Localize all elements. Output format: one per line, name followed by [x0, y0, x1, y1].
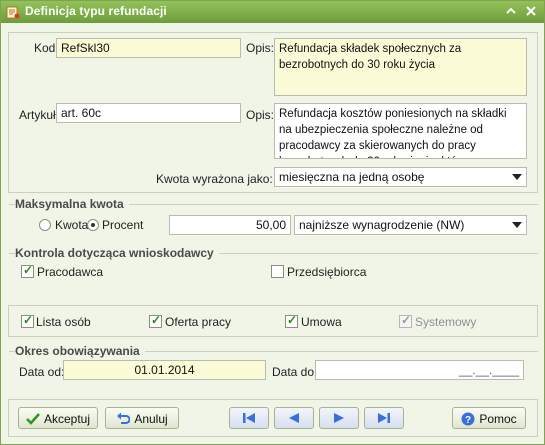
- checkmark-icon: ✓: [287, 313, 298, 327]
- kwota-radio[interactable]: [39, 219, 51, 231]
- undo-icon: [117, 412, 131, 425]
- checkmark-icon: ✓: [151, 313, 162, 327]
- opis1-label: Opis:: [246, 41, 275, 55]
- cancel-button[interactable]: Anuluj: [105, 407, 179, 429]
- pracodawca-label: Pracodawca: [37, 265, 104, 279]
- next-record-button[interactable]: [319, 407, 359, 429]
- prev-record-button[interactable]: [274, 407, 314, 429]
- oferta-pracy-checkbox[interactable]: ✓: [149, 313, 162, 328]
- prev-icon: [289, 413, 299, 423]
- procent-radio-label: Procent: [102, 218, 144, 232]
- radio-selected-dot: [91, 223, 95, 227]
- pracodawca-checkbox[interactable]: ✓: [21, 263, 34, 278]
- przedsiebiorca-checkbox[interactable]: [271, 265, 284, 278]
- first-record-button[interactable]: [229, 407, 269, 429]
- date-from-input[interactable]: 01.01.2014: [63, 360, 266, 380]
- checkmark-icon: ✓: [401, 313, 412, 327]
- opis2-label: Opis:: [246, 108, 275, 122]
- checkmark-icon: ✓: [23, 313, 34, 327]
- svg-text:?: ?: [465, 415, 471, 426]
- date-to-label: Data do:: [272, 365, 318, 379]
- date-to-input[interactable]: __.__.____: [315, 360, 524, 380]
- window-title: Definicja typu refundacji: [25, 4, 167, 18]
- last-icon: [378, 413, 390, 423]
- dropdown-arrow-icon: [512, 222, 522, 228]
- kod-label: Kod:: [34, 41, 59, 55]
- max-amount-title: Maksymalna kwota: [15, 197, 129, 211]
- next-icon: [334, 413, 344, 423]
- kwota-select[interactable]: miesięczna na jedną osobę: [274, 167, 527, 187]
- dialog-window: Definicja typu refundacji Kod: RefSkl30 …: [0, 0, 545, 445]
- dropdown-arrow-icon: [512, 174, 522, 180]
- app-icon: [6, 6, 20, 19]
- cancel-label: Anuluj: [134, 411, 168, 426]
- accept-button[interactable]: Akceptuj: [18, 407, 98, 429]
- systemowy-checkbox[interactable]: ✓: [399, 313, 412, 328]
- date-from-label: Data od:: [19, 365, 65, 379]
- max-amount-value[interactable]: 50,00: [169, 215, 291, 235]
- procent-radio[interactable]: [87, 219, 99, 231]
- systemowy-label: Systemowy: [415, 315, 477, 329]
- artykul-input[interactable]: art. 60c: [56, 103, 241, 123]
- lista-osob-label: Lista osób: [36, 315, 91, 329]
- artykul-label: Artykuł:: [19, 108, 60, 122]
- kod-input[interactable]: RefSkl30: [56, 38, 241, 58]
- help-label: Pomoc: [479, 411, 517, 426]
- close-icon[interactable]: [522, 3, 540, 21]
- base-select[interactable]: najniższe wynagrodzenie (NW): [294, 215, 527, 235]
- umowa-checkbox[interactable]: ✓: [285, 313, 298, 328]
- checkmark-icon: ✓: [23, 263, 34, 277]
- accept-label: Akceptuj: [43, 411, 91, 426]
- kwota-label: Kwota wyrażona jako:: [156, 172, 273, 186]
- help-icon: ?: [461, 412, 475, 426]
- oferta-pracy-label: Oferta pracy: [165, 315, 232, 329]
- validity-title: Okres obowiązywania: [15, 344, 145, 358]
- base-select-value: najniższe wynagrodzenie (NW): [299, 218, 465, 232]
- minimize-icon[interactable]: [502, 3, 520, 21]
- last-record-button[interactable]: [364, 407, 404, 429]
- kwota-select-value: miesięczna na jedną osobę: [279, 170, 425, 184]
- title-bar: Definicja typu refundacji: [1, 1, 544, 23]
- umowa-label: Umowa: [301, 315, 342, 329]
- check-icon: [26, 412, 40, 425]
- first-icon: [243, 413, 255, 423]
- przedsiebiorca-label: Przedsiębiorca: [287, 265, 367, 279]
- lista-osob-checkbox[interactable]: ✓: [21, 313, 34, 328]
- applicant-title: Kontrola dotycząca wnioskodawcy: [15, 246, 219, 260]
- opis1-textarea[interactable]: Refundacja składek społecznych za bezrob…: [274, 38, 527, 96]
- help-button[interactable]: ? Pomoc: [452, 407, 526, 429]
- kwota-radio-label: Kwota: [55, 218, 89, 232]
- opis2-textarea[interactable]: Refundacja kosztów poniesionych na skład…: [274, 103, 527, 159]
